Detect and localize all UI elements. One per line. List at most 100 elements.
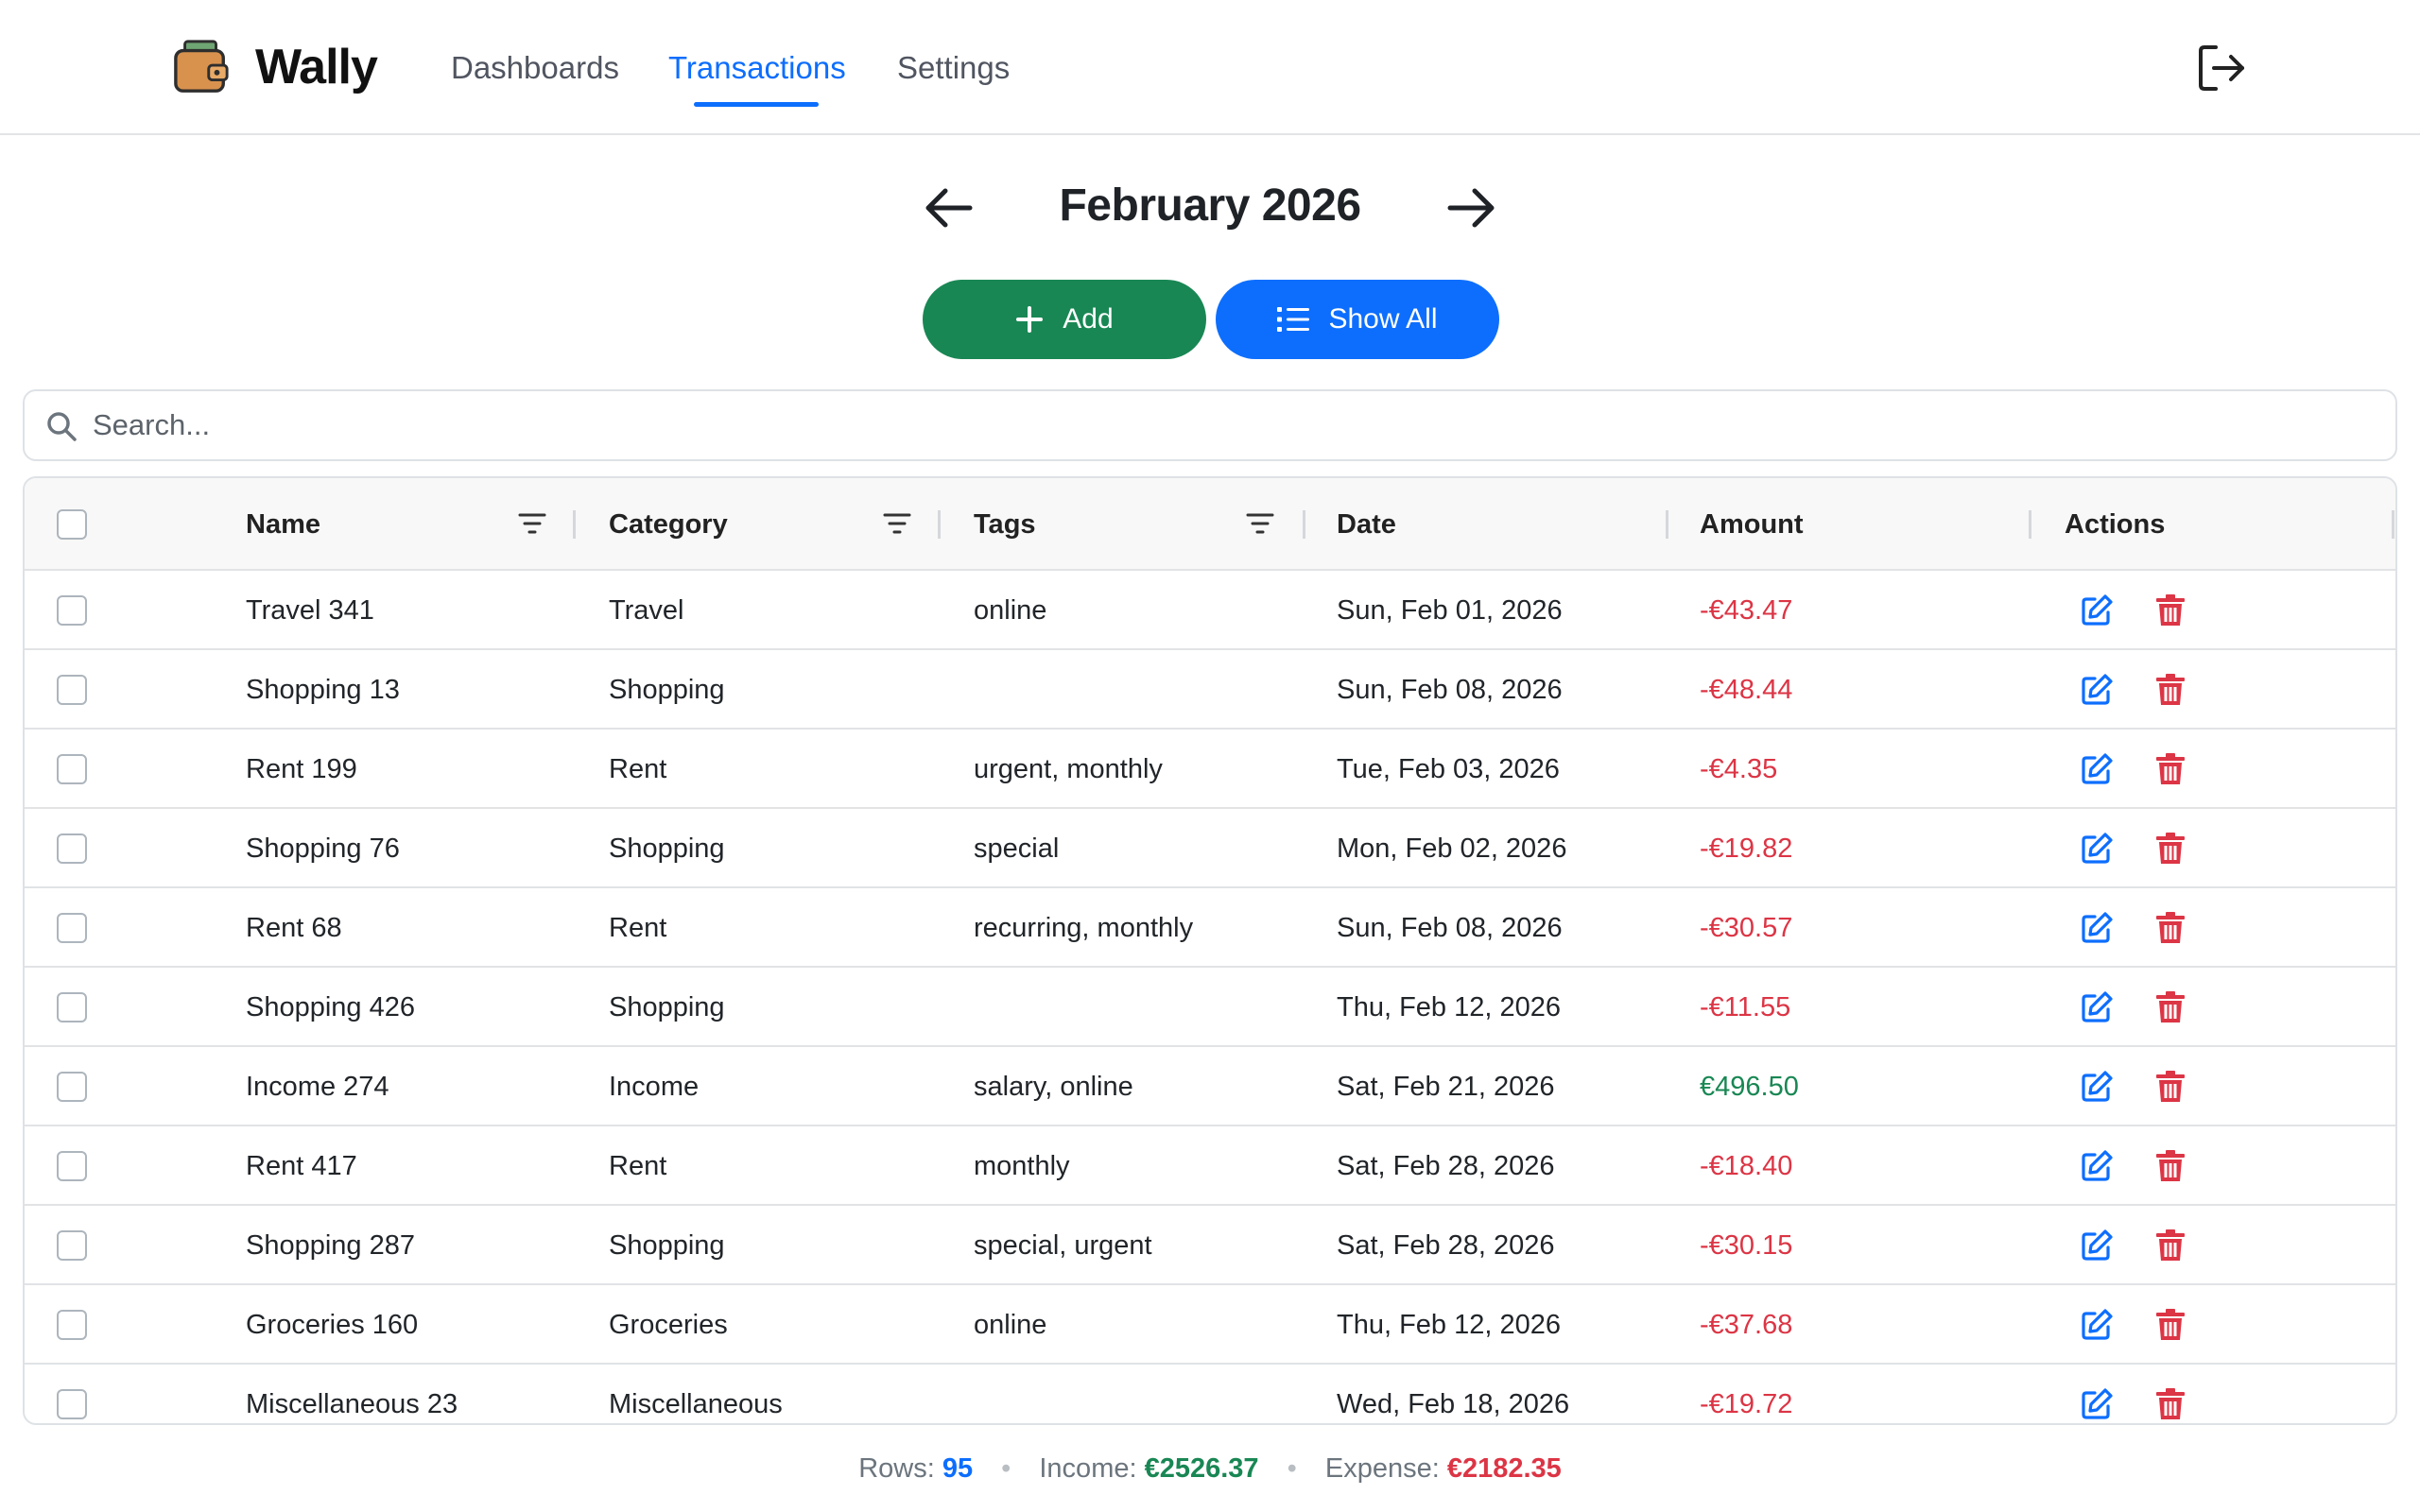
cell-category: Rent: [609, 754, 667, 784]
row-checkbox[interactable]: [57, 1230, 87, 1261]
nav-settings[interactable]: Settings: [897, 47, 1010, 89]
edit-icon[interactable]: [2080, 1228, 2114, 1263]
filter-icon[interactable]: [518, 512, 546, 535]
cell-date: Tue, Feb 03, 2026: [1337, 754, 1560, 784]
row-checkbox[interactable]: [57, 1151, 87, 1181]
row-checkbox[interactable]: [57, 595, 87, 626]
cell-name: Shopping 287: [246, 1230, 415, 1261]
table-row[interactable]: Rent 199 Rent urgent, monthly Tue, Feb 03, …: [25, 730, 2395, 809]
edit-icon[interactable]: [2080, 832, 2114, 866]
cell-amount: -€19.82: [1700, 833, 1793, 864]
table-row[interactable]: Income 274 Income salary, online Sat, Feb 2…: [25, 1047, 2395, 1126]
cell-category: Shopping: [609, 833, 725, 864]
row-checkbox[interactable]: [57, 1310, 87, 1340]
prev-month-button[interactable]: [923, 183, 976, 232]
column-header-amount[interactable]: Amount: [1700, 478, 1804, 571]
cell-category: Travel: [609, 595, 684, 626]
logout-button[interactable]: [2197, 42, 2246, 94]
cell-amount: -€30.15: [1700, 1230, 1793, 1261]
edit-icon[interactable]: [2080, 752, 2114, 786]
cell-category: Rent: [609, 913, 667, 943]
trash-icon[interactable]: [2153, 1228, 2187, 1263]
column-resizer[interactable]: [2029, 510, 2031, 539]
filter-icon[interactable]: [883, 512, 911, 535]
cell-amount: -€4.35: [1700, 754, 1778, 784]
edit-icon[interactable]: [2080, 673, 2114, 707]
cell-category: Shopping: [609, 675, 725, 705]
edit-icon[interactable]: [2080, 1149, 2114, 1183]
trash-icon[interactable]: [2153, 1308, 2187, 1342]
table-row[interactable]: Shopping 76 Shopping special Mon, Feb 02, 2…: [25, 809, 2395, 888]
trash-icon[interactable]: [2153, 593, 2187, 627]
row-checkbox[interactable]: [57, 675, 87, 705]
column-resizer[interactable]: [573, 510, 576, 539]
brand[interactable]: Wally: [172, 34, 378, 100]
cell-category: Shopping: [609, 1230, 725, 1261]
edit-icon[interactable]: [2080, 593, 2114, 627]
row-checkbox[interactable]: [57, 1072, 87, 1102]
cell-date: Sat, Feb 28, 2026: [1337, 1151, 1555, 1181]
table-row[interactable]: Travel 341 Travel online Sun, Feb 01, 2026 -…: [25, 571, 2395, 650]
edit-icon[interactable]: [2080, 1308, 2114, 1342]
table-row[interactable]: Rent 417 Rent monthly Sat, Feb 28, 2026 -€18…: [25, 1126, 2395, 1206]
column-resizer[interactable]: [1666, 510, 1668, 539]
nav-transactions[interactable]: Transactions: [668, 47, 846, 89]
cell-tags: recurring, monthly: [974, 913, 1194, 943]
top-navbar: Wally Dashboards Transactions Settings: [0, 0, 2420, 135]
nav-dashboards[interactable]: Dashboards: [451, 47, 619, 89]
trash-icon[interactable]: [2153, 752, 2187, 786]
column-header-category[interactable]: Category: [609, 478, 728, 571]
cell-category: Groceries: [609, 1310, 728, 1340]
trash-icon[interactable]: [2153, 832, 2187, 866]
select-all-checkbox[interactable]: [57, 509, 87, 540]
trash-icon[interactable]: [2153, 1070, 2187, 1104]
row-checkbox[interactable]: [57, 992, 87, 1022]
column-resizer[interactable]: [1303, 510, 1305, 539]
table-row[interactable]: Rent 68 Rent recurring, monthly Sun, Feb 08…: [25, 888, 2395, 968]
row-checkbox[interactable]: [57, 1389, 87, 1419]
column-header-date[interactable]: Date: [1337, 478, 1396, 571]
cell-tags: special, urgent: [974, 1230, 1152, 1261]
cell-category: Rent: [609, 1151, 667, 1181]
row-checkbox[interactable]: [57, 913, 87, 943]
column-header-name[interactable]: Name: [246, 478, 320, 571]
trash-icon[interactable]: [2153, 911, 2187, 945]
rows-count: 95: [942, 1453, 974, 1484]
next-month-button[interactable]: [1444, 183, 1497, 232]
cell-name: Shopping 13: [246, 675, 400, 705]
add-button[interactable]: Add: [923, 280, 1206, 359]
edit-icon[interactable]: [2080, 1070, 2114, 1104]
cell-name: Rent 199: [246, 754, 357, 784]
table-row[interactable]: Shopping 13 Shopping Sun, Feb 08, 2026 -€48…: [25, 650, 2395, 730]
table-row[interactable]: Shopping 287 Shopping special, urgent Sat, …: [25, 1206, 2395, 1285]
cell-tags: salary, online: [974, 1072, 1133, 1102]
row-checkbox[interactable]: [57, 833, 87, 864]
active-tab-indicator: [694, 102, 819, 107]
edit-icon[interactable]: [2080, 911, 2114, 945]
table-row[interactable]: Shopping 426 Shopping Thu, Feb 12, 2026 -€1…: [25, 968, 2395, 1047]
column-resizer[interactable]: [2392, 510, 2394, 539]
trash-icon[interactable]: [2153, 1149, 2187, 1183]
cell-date: Thu, Feb 12, 2026: [1337, 992, 1561, 1022]
cell-date: Sun, Feb 08, 2026: [1337, 913, 1563, 943]
search-input[interactable]: [93, 401, 2361, 450]
show-all-button-label: Show All: [1328, 303, 1438, 335]
cell-tags: online: [974, 595, 1047, 626]
cell-date: Sun, Feb 01, 2026: [1337, 595, 1563, 626]
table-row[interactable]: Miscellaneous 23 Miscellaneous Wed, Feb 18…: [25, 1365, 2395, 1423]
column-header-tags[interactable]: Tags: [974, 478, 1036, 571]
edit-icon[interactable]: [2080, 990, 2114, 1024]
column-resizer[interactable]: [938, 510, 941, 539]
wallet-icon: [172, 38, 231, 96]
trash-icon[interactable]: [2153, 990, 2187, 1024]
table-row[interactable]: Groceries 160 Groceries online Thu, Feb 12,…: [25, 1285, 2395, 1365]
edit-icon[interactable]: [2080, 1387, 2114, 1421]
arrow-right-icon: [1447, 188, 1495, 228]
cell-amount: -€19.72: [1700, 1389, 1793, 1419]
trash-icon[interactable]: [2153, 673, 2187, 707]
filter-icon[interactable]: [1246, 512, 1274, 535]
cell-date: Sun, Feb 08, 2026: [1337, 675, 1563, 705]
row-checkbox[interactable]: [57, 754, 87, 784]
trash-icon[interactable]: [2153, 1387, 2187, 1421]
show-all-button[interactable]: Show All: [1216, 280, 1499, 359]
